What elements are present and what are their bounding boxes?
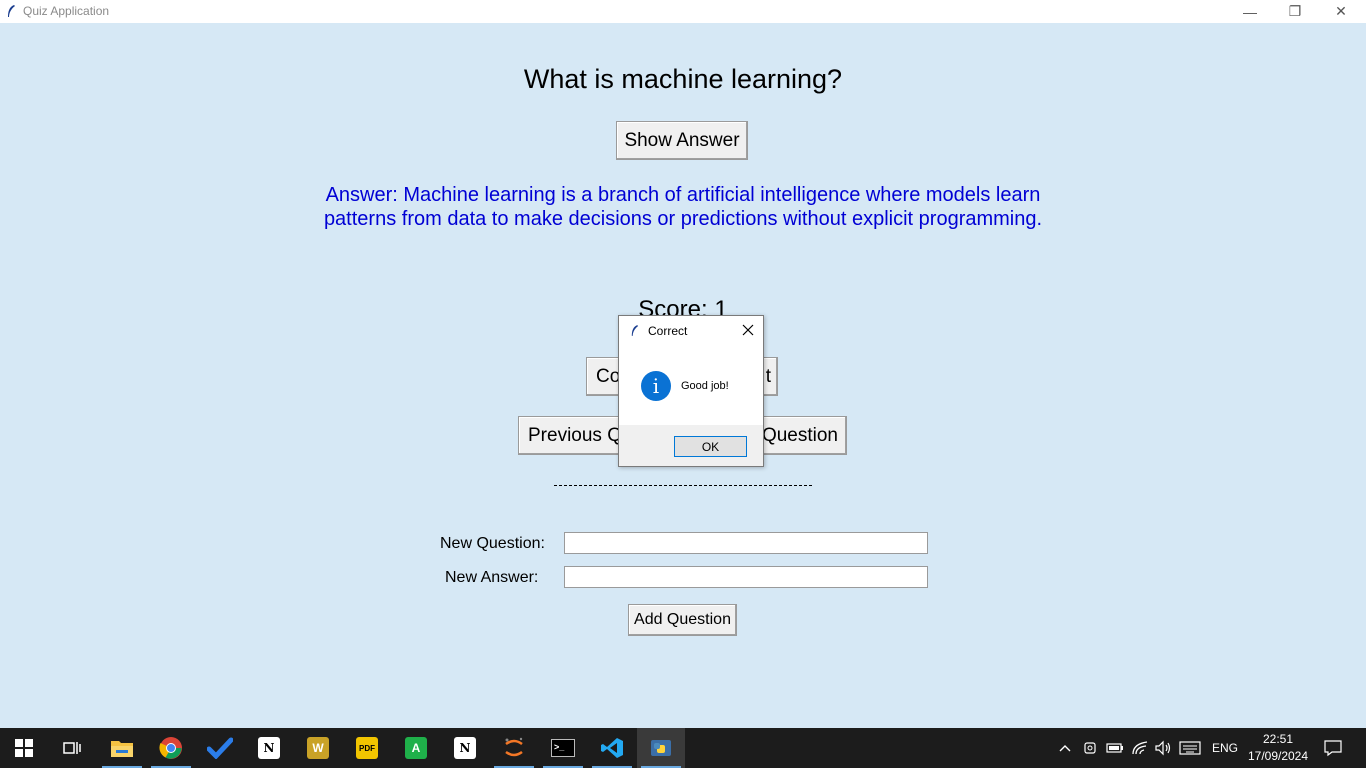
dialog-title: Correct [648, 324, 688, 338]
task-view-icon [63, 742, 81, 754]
action-center-button[interactable] [1324, 728, 1342, 768]
notion-icon: N [258, 737, 280, 759]
minimize-button[interactable]: — [1227, 0, 1273, 23]
notification-icon [1324, 740, 1342, 757]
window-title: Quiz Application [23, 4, 110, 18]
python-icon [651, 740, 671, 756]
answer-line-2: patterns from data to make decisions or … [323, 208, 1043, 230]
check-button-label-end: t [765, 365, 771, 387]
taskbar-jupyter[interactable] [490, 728, 538, 768]
show-hidden-icons-button[interactable] [1058, 728, 1072, 768]
tray-touch-keyboard[interactable] [1179, 728, 1201, 768]
new-question-input[interactable] [564, 532, 928, 554]
restore-icon: ❐ [1288, 3, 1302, 19]
check-button-label-start: Co [596, 365, 621, 387]
taskbar-pdf[interactable]: PDF [343, 728, 391, 768]
taskbar: N W PDF A N >_ ENG 22:51 17/09/2024 [0, 728, 1366, 768]
pdf-icon: PDF [356, 737, 378, 759]
taskbar-todo[interactable] [196, 728, 244, 768]
taskbar-file-explorer[interactable] [98, 728, 146, 768]
todo-icon [207, 737, 233, 759]
wifi-icon [1132, 741, 1148, 755]
battery-icon [1106, 743, 1123, 753]
jupyter-icon [505, 737, 523, 757]
close-icon: ✕ [1335, 3, 1347, 19]
speaker-icon [1155, 740, 1171, 756]
answer-line-1: Answer: Machine learning is a branch of … [325, 184, 1041, 206]
chrome-icon [159, 737, 182, 759]
section-divider [554, 485, 812, 486]
ok-button[interactable]: OK [674, 436, 747, 457]
show-answer-button[interactable]: Show Answer [616, 121, 748, 160]
task-view-button[interactable] [48, 728, 96, 768]
tray-network[interactable] [1131, 728, 1149, 768]
tray-meet-now[interactable] [1083, 728, 1099, 768]
close-button[interactable]: ✕ [1318, 0, 1364, 23]
answer-text: Answer: Machine learning is a branch of … [283, 183, 1083, 231]
add-question-button[interactable]: Add Question [628, 604, 737, 636]
spreadsheet-icon: A [405, 737, 427, 759]
vscode-icon [601, 738, 623, 758]
tray-battery[interactable] [1106, 728, 1124, 768]
feather-icon [631, 325, 639, 336]
keyboard-icon [1179, 741, 1201, 755]
new-answer-input[interactable] [564, 566, 928, 588]
correct-dialog: Correct i Good job! OK [618, 315, 764, 467]
start-button[interactable] [0, 728, 48, 768]
taskbar-chrome[interactable] [147, 728, 195, 768]
close-icon[interactable] [740, 322, 756, 338]
file-explorer-icon [111, 741, 133, 757]
clock-time: 22:51 [1262, 732, 1294, 746]
taskbar-word[interactable]: W [294, 728, 342, 768]
dialog-message: Good job! [681, 380, 729, 392]
dialog-title-bar: Correct [619, 316, 763, 345]
taskbar-spreadsheet[interactable]: A [392, 728, 440, 768]
camera-icon [1084, 742, 1096, 754]
taskbar-vscode[interactable] [588, 728, 636, 768]
clock-date: 17/09/2024 [1247, 749, 1309, 763]
new-question-label: New Question: [440, 535, 545, 552]
taskbar-terminal[interactable]: >_ [539, 728, 587, 768]
tray-language[interactable]: ENG [1212, 728, 1238, 768]
minimize-icon: — [1243, 3, 1257, 20]
windows-start-icon [15, 739, 33, 757]
info-icon: i [641, 371, 671, 401]
window-title-bar: Quiz Application — ❐ ✕ [0, 0, 1366, 23]
taskbar-notion[interactable]: N [245, 728, 293, 768]
taskbar-clock[interactable]: 22:51 17/09/2024 [1246, 731, 1310, 765]
question-text: What is machine learning? [523, 64, 843, 94]
chevron-up-icon [1059, 745, 1071, 752]
notion-icon-2: N [454, 737, 476, 759]
taskbar-python[interactable] [637, 728, 685, 768]
terminal-icon: >_ [551, 739, 575, 757]
maximize-button[interactable]: ❐ [1272, 0, 1318, 23]
new-answer-label: New Answer: [445, 569, 539, 586]
word-icon: W [307, 737, 329, 759]
taskbar-notion-2[interactable]: N [441, 728, 489, 768]
tray-volume[interactable] [1154, 728, 1172, 768]
feather-icon [8, 5, 15, 17]
